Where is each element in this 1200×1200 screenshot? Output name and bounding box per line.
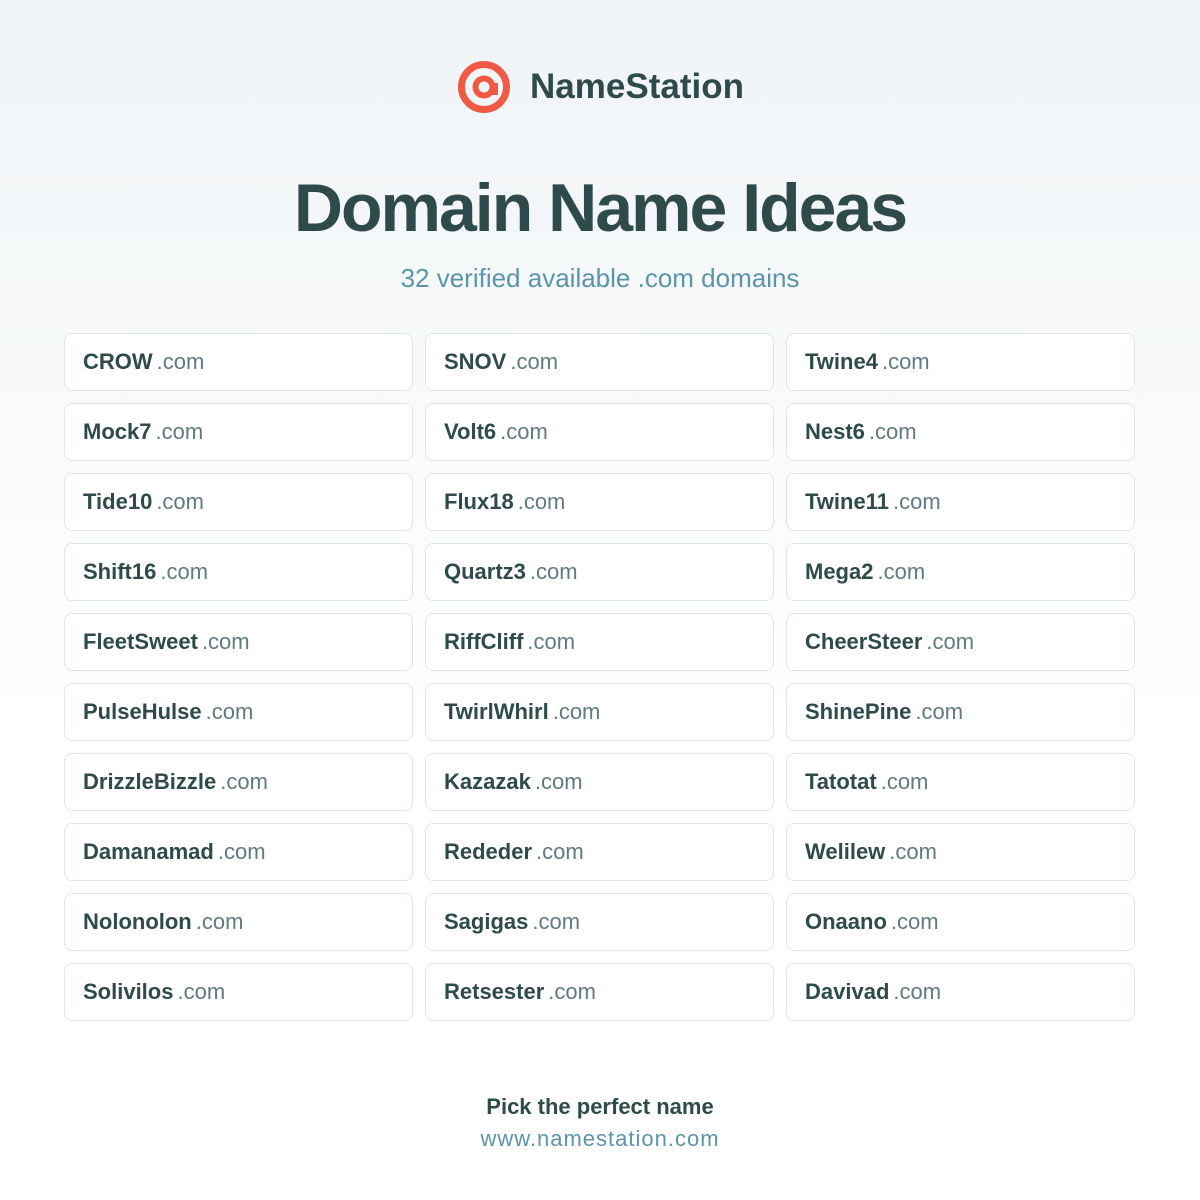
- domain-card[interactable]: Sagigas .com: [425, 893, 774, 951]
- domain-name: Tide10: [83, 489, 153, 514]
- domain-name: PulseHulse: [83, 699, 202, 724]
- domain-card[interactable]: Davivad .com: [786, 963, 1135, 1021]
- domain-name: Rededer: [444, 839, 533, 864]
- domain-card[interactable]: CheerSteer .com: [786, 613, 1135, 671]
- domain-tld: .com: [156, 489, 204, 514]
- domain-card[interactable]: Rededer .com: [425, 823, 774, 881]
- domain-name: Twine4: [805, 349, 878, 374]
- domain-card[interactable]: Tide10 .com: [64, 473, 413, 531]
- domain-tld: .com: [880, 769, 929, 794]
- domain-tld: .com: [500, 419, 548, 444]
- domain-tld: .com: [868, 419, 917, 444]
- domain-tld: .com: [877, 559, 926, 584]
- domain-name: Mock7: [83, 419, 152, 444]
- footer-tagline: Pick the perfect name: [486, 1094, 714, 1119]
- brand-header: NameStation: [0, 58, 1200, 116]
- domain-name: Volt6: [444, 419, 497, 444]
- domain-tld: .com: [217, 839, 266, 864]
- domain-tld: .com: [532, 909, 581, 934]
- domain-name: Tatotat: [805, 769, 877, 794]
- domain-card[interactable]: Mega2 .com: [786, 543, 1135, 601]
- domain-name: Retsester: [444, 979, 545, 1004]
- page-subtitle: 32 verified available .com domains: [400, 263, 800, 293]
- domain-tld: .com: [510, 349, 559, 374]
- domain-tld: .com: [517, 489, 566, 514]
- domain-name: Solivilos: [83, 979, 174, 1004]
- domain-name: Davivad: [805, 979, 890, 1004]
- domain-grid: CROW .com SNOV .com Twine4 .com Mock7 .com V…: [64, 333, 1135, 1021]
- domain-tld: .com: [205, 699, 254, 724]
- domain-card[interactable]: Damanamad .com: [64, 823, 413, 881]
- domain-tld: .com: [881, 349, 930, 374]
- domain-tld: .com: [889, 839, 937, 864]
- domain-card[interactable]: CROW .com: [64, 333, 413, 391]
- domain-name: Flux18: [444, 489, 514, 514]
- domain-card[interactable]: Twine11 .com: [786, 473, 1135, 531]
- domain-card[interactable]: Nest6 .com: [786, 403, 1135, 461]
- domain-card[interactable]: Kazazak .com: [425, 753, 774, 811]
- domain-name: Nest6: [805, 419, 865, 444]
- domain-card[interactable]: Onaano .com: [786, 893, 1135, 951]
- domain-tld: .com: [548, 979, 596, 1004]
- domain-tld: .com: [177, 979, 226, 1004]
- domain-card[interactable]: ShinePine .com: [786, 683, 1135, 741]
- domain-tld: .com: [552, 699, 601, 724]
- domain-card[interactable]: Flux18 .com: [425, 473, 774, 531]
- domain-name: Quartz3: [444, 559, 526, 584]
- domain-tld: .com: [529, 559, 578, 584]
- domain-name: CROW: [83, 349, 153, 374]
- domain-card[interactable]: PulseHulse .com: [64, 683, 413, 741]
- domain-tld: .com: [195, 909, 244, 934]
- domain-name: Onaano: [805, 909, 887, 934]
- footer-url-link[interactable]: www.namestation.com: [0, 1124, 1200, 1154]
- domain-card[interactable]: Welilew .com: [786, 823, 1135, 881]
- domain-card[interactable]: SNOV .com: [425, 333, 774, 391]
- domain-name: Nolonolon: [83, 909, 192, 934]
- domain-tld: .com: [534, 769, 583, 794]
- domain-name: Sagigas: [444, 909, 529, 934]
- domain-name: TwirlWhirl: [444, 699, 549, 724]
- domain-card[interactable]: Mock7 .com: [64, 403, 413, 461]
- target-at-icon: [458, 61, 511, 113]
- domain-tld: .com: [892, 489, 941, 514]
- domain-card[interactable]: Volt6 .com: [425, 403, 774, 461]
- domain-tld: .com: [536, 839, 584, 864]
- domain-tld: .com: [915, 699, 964, 724]
- domain-card[interactable]: Shift16 .com: [64, 543, 413, 601]
- page-title: Domain Name Ideas: [293, 170, 908, 246]
- domain-name: Shift16: [83, 559, 157, 584]
- domain-card[interactable]: Tatotat .com: [786, 753, 1135, 811]
- brand-name: NameStation: [530, 67, 744, 106]
- domain-name: CheerSteer: [805, 629, 923, 654]
- domain-name: ShinePine: [805, 699, 912, 724]
- domain-card[interactable]: Retsester .com: [425, 963, 774, 1021]
- domain-tld: .com: [527, 629, 576, 654]
- domain-tld: .com: [926, 629, 975, 654]
- domain-tld: .com: [160, 559, 209, 584]
- domain-tld: .com: [156, 349, 205, 374]
- domain-card[interactable]: TwirlWhirl .com: [425, 683, 774, 741]
- domain-name: Kazazak: [444, 769, 531, 794]
- domain-name: SNOV: [444, 349, 507, 374]
- domain-card[interactable]: Solivilos .com: [64, 963, 413, 1021]
- domain-card[interactable]: RiffCliff .com: [425, 613, 774, 671]
- domain-name: DrizzleBizzle: [83, 769, 217, 794]
- domain-tld: .com: [201, 629, 250, 654]
- domain-name: Welilew: [805, 839, 886, 864]
- domain-name: Mega2: [805, 559, 874, 584]
- domain-tld: .com: [220, 769, 268, 794]
- domain-tld: .com: [155, 419, 204, 444]
- domain-card[interactable]: Quartz3 .com: [425, 543, 774, 601]
- domain-name: RiffCliff: [444, 629, 524, 654]
- domain-card[interactable]: Twine4 .com: [786, 333, 1135, 391]
- domain-card[interactable]: Nolonolon .com: [64, 893, 413, 951]
- domain-card[interactable]: DrizzleBizzle .com: [64, 753, 413, 811]
- domain-name: Twine11: [805, 489, 889, 514]
- domain-name: FleetSweet: [83, 629, 198, 654]
- domain-name: Damanamad: [83, 839, 214, 864]
- domain-tld: .com: [893, 979, 942, 1004]
- domain-tld: .com: [890, 909, 939, 934]
- domain-card[interactable]: FleetSweet .com: [64, 613, 413, 671]
